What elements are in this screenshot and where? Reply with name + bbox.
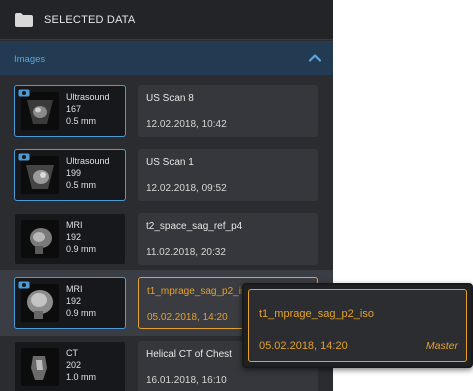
series-meta: CT 202 1.0 mm [66, 347, 96, 383]
image-count: 199 [66, 168, 82, 178]
image-count: 202 [66, 360, 82, 370]
panel-header: SELECTED DATA [0, 0, 333, 40]
list-item[interactable]: MRI 192 0.9 mm t2_space_sag_ref_p4 11.02… [0, 206, 333, 272]
ultrasound-thumbnail-icon [21, 156, 59, 194]
series-date: 05.02.2018, 14:20 [147, 312, 228, 323]
list-item[interactable]: Ultrasound 167 0.5 mm US Scan 8 12.02.20… [0, 78, 333, 144]
mri-thumbnail-icon [21, 284, 59, 322]
ct-thumbnail-icon [21, 348, 59, 386]
series-info-card[interactable]: t2_space_sag_ref_p4 11.02.2018, 20:32 [138, 213, 318, 265]
series-thumbnail[interactable]: MRI 192 0.9 mm [14, 277, 126, 329]
modality-label: Ultrasound [66, 92, 110, 102]
slice-thickness: 1.0 mm [66, 372, 97, 382]
camera-icon [18, 153, 30, 161]
chevron-up-icon[interactable] [309, 53, 321, 62]
camera-icon [18, 281, 30, 289]
slice-thickness: 0.5 mm [66, 116, 97, 126]
series-thumbnail[interactable]: CT 202 1.0 mm [14, 341, 126, 391]
series-thumbnail[interactable]: Ultrasound 167 0.5 mm [14, 85, 126, 137]
camera-icon [18, 89, 30, 97]
series-meta: Ultrasound 167 0.5 mm [66, 91, 110, 127]
series-date: 12.02.2018, 10:42 [146, 119, 227, 130]
series-thumbnail[interactable]: MRI 192 0.9 mm [14, 213, 126, 265]
panel-title: SELECTED DATA [44, 14, 136, 26]
mri-thumbnail-icon [21, 220, 59, 258]
tooltip-card: t1_mprage_sag_p2_iso 05.02.2018, 14:20 M… [248, 289, 467, 362]
series-name: t2_space_sag_ref_p4 [146, 221, 243, 232]
image-count: 167 [66, 104, 82, 114]
ultrasound-thumbnail-icon [21, 92, 59, 130]
series-date: 16.01.2018, 16:10 [146, 375, 227, 386]
series-info-card[interactable]: US Scan 8 12.02.2018, 10:42 [138, 85, 318, 137]
modality-label: MRI [66, 220, 83, 230]
image-count: 192 [66, 296, 82, 306]
image-count: 192 [66, 232, 82, 242]
images-section-header[interactable]: Images [0, 41, 333, 75]
series-info-card[interactable]: US Scan 1 12.02.2018, 09:52 [138, 149, 318, 201]
slice-thickness: 0.9 mm [66, 244, 97, 254]
modality-label: MRI [66, 284, 83, 294]
series-meta: Ultrasound 199 0.5 mm [66, 155, 110, 191]
modality-label: CT [66, 348, 78, 358]
series-meta: MRI 192 0.9 mm [66, 219, 96, 255]
series-date: 12.02.2018, 09:52 [146, 183, 227, 194]
modality-label: Ultrasound [66, 156, 110, 166]
series-meta: MRI 192 0.9 mm [66, 283, 96, 319]
master-badge: Master [425, 340, 458, 352]
series-name: US Scan 8 [146, 93, 194, 104]
tooltip-series-name: t1_mprage_sag_p2_iso [259, 308, 374, 320]
slice-thickness: 0.5 mm [66, 180, 97, 190]
slice-thickness: 0.9 mm [66, 308, 97, 318]
series-name: US Scan 1 [146, 157, 194, 168]
series-thumbnail[interactable]: Ultrasound 199 0.5 mm [14, 149, 126, 201]
series-date: 11.02.2018, 20:32 [146, 247, 226, 258]
tooltip-series-date: 05.02.2018, 14:20 [259, 340, 348, 352]
section-title: Images [14, 54, 46, 65]
series-tooltip: t1_mprage_sag_p2_iso 05.02.2018, 14:20 M… [242, 283, 473, 368]
list-item[interactable]: Ultrasound 199 0.5 mm US Scan 1 12.02.20… [0, 142, 333, 208]
folder-icon [15, 13, 33, 27]
